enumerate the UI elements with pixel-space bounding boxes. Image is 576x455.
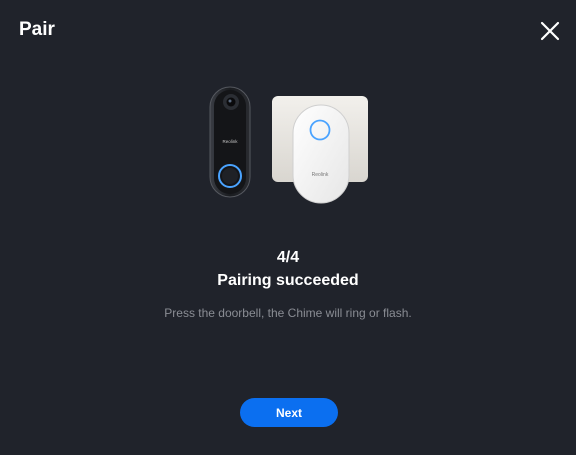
next-button[interactable]: Next [240, 398, 338, 427]
chime-device: Reolink [272, 96, 368, 204]
pairing-hint: Press the doorbell, the Chime will ring … [164, 306, 412, 320]
chime-brand: Reolink [312, 172, 329, 178]
close-button[interactable] [537, 18, 563, 44]
close-icon [540, 21, 560, 41]
step-indicator: 4/4 [276, 249, 300, 266]
doorbell-chime-illustration: Reolink Reolink [209, 86, 368, 204]
dialog-title: Pair [19, 19, 55, 40]
doorbell-device: Reolink [209, 86, 251, 198]
doorbell-brand: Reolink [222, 139, 238, 144]
pairing-status: Pairing succeeded [217, 272, 359, 289]
pair-dialog: Pair Reolink Reolink 4/4 Pairing succeed… [0, 0, 576, 455]
